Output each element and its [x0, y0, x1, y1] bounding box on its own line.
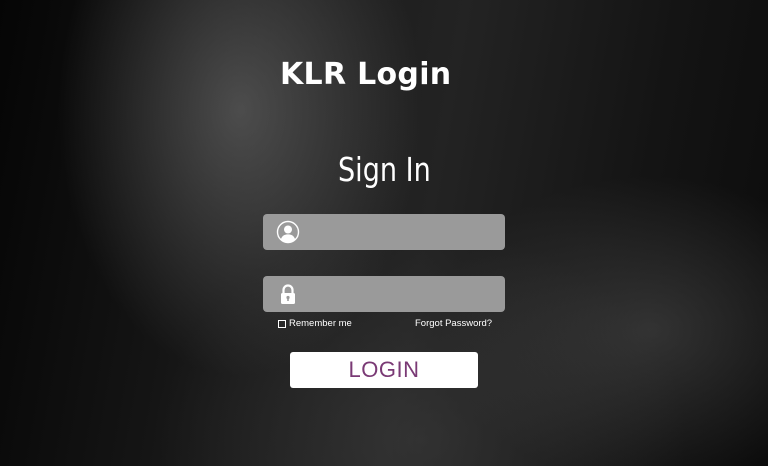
- username-field[interactable]: [263, 214, 505, 250]
- remember-me-label: Remember me: [289, 318, 352, 329]
- remember-me-checkbox[interactable]: [278, 319, 286, 328]
- login-button[interactable]: LOGIN: [290, 352, 478, 388]
- username-input[interactable]: [303, 214, 499, 250]
- password-field[interactable]: [263, 276, 505, 312]
- lock-icon: [276, 282, 300, 306]
- forgot-password-link[interactable]: Forgot Password?: [415, 318, 492, 329]
- brand-title: KLR Login: [280, 57, 452, 92]
- remember-me[interactable]: Remember me: [278, 318, 352, 329]
- user-icon: [276, 220, 300, 244]
- password-input[interactable]: [303, 276, 499, 312]
- page-title: Sign In: [338, 150, 431, 189]
